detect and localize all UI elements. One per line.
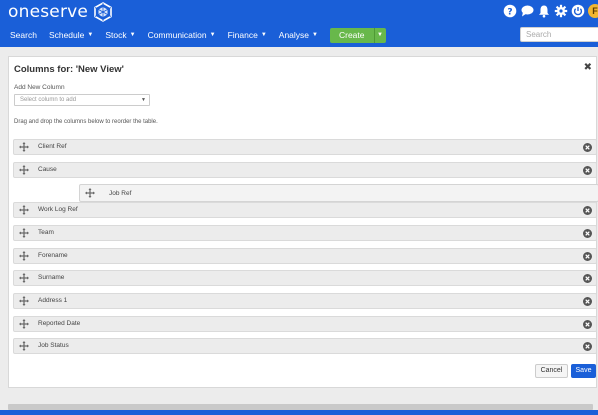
remove-column-icon[interactable] bbox=[583, 297, 592, 306]
nav-communication[interactable]: Communication ▼ bbox=[148, 30, 216, 40]
global-search-input[interactable] bbox=[520, 27, 598, 42]
create-button[interactable]: Create bbox=[330, 28, 374, 43]
nav-finance[interactable]: Finance ▼ bbox=[228, 30, 267, 40]
create-button-group: Create ▼ bbox=[329, 27, 386, 43]
column-select[interactable]: Select column to add ▼ bbox=[14, 94, 150, 106]
logo-mark-icon bbox=[94, 2, 112, 22]
move-icon[interactable] bbox=[19, 205, 29, 215]
add-column-label: Add New Column bbox=[14, 84, 65, 91]
reorder-hint: Drag and drop the columns below to reord… bbox=[14, 119, 158, 125]
column-row[interactable]: Address 1 bbox=[13, 293, 597, 309]
nav-analyse-label: Analyse bbox=[278, 30, 310, 40]
nav-schedule[interactable]: Schedule ▼ bbox=[49, 30, 93, 40]
column-name: Cause bbox=[38, 166, 57, 173]
remove-column-icon[interactable] bbox=[583, 206, 592, 215]
cancel-button[interactable]: Cancel bbox=[535, 364, 568, 378]
header-icons: ? F bbox=[503, 4, 598, 18]
column-row[interactable]: Work Log Ref bbox=[13, 202, 597, 218]
remove-column-icon[interactable] bbox=[583, 252, 592, 261]
avatar[interactable]: F bbox=[588, 4, 598, 18]
nav-schedule-label: Schedule bbox=[48, 30, 85, 40]
column-name: Work Log Ref bbox=[38, 206, 78, 213]
move-icon[interactable] bbox=[19, 319, 29, 329]
remove-column-icon[interactable] bbox=[583, 274, 592, 283]
logo-text: oneserve bbox=[8, 2, 89, 22]
column-name: Reported Date bbox=[38, 320, 81, 327]
remove-column-icon[interactable] bbox=[583, 166, 592, 175]
create-dropdown-toggle[interactable]: ▼ bbox=[373, 27, 386, 43]
nav-stock-label: Stock bbox=[105, 30, 127, 40]
column-row[interactable]: Forename bbox=[13, 248, 597, 264]
caret-down-icon: ▼ bbox=[312, 32, 318, 38]
column-name: Client Ref bbox=[38, 143, 67, 150]
svg-text:?: ? bbox=[507, 7, 512, 17]
column-row[interactable]: Job Status bbox=[13, 338, 597, 354]
bell-icon[interactable] bbox=[537, 4, 551, 18]
chevron-down-icon: ▼ bbox=[141, 97, 146, 103]
avatar-initial: F bbox=[592, 6, 598, 16]
column-row[interactable]: Client Ref bbox=[13, 139, 597, 155]
remove-column-icon[interactable] bbox=[583, 229, 592, 238]
remove-column-icon[interactable] bbox=[583, 320, 592, 329]
move-icon[interactable] bbox=[19, 251, 29, 261]
move-icon[interactable] bbox=[19, 296, 29, 306]
chat-icon[interactable] bbox=[520, 4, 534, 18]
top-navigation-bar: oneserve ? F Search Schedule ▼ Stock ▼ Com… bbox=[0, 0, 598, 47]
dragging-column-name: Job Ref bbox=[109, 190, 132, 197]
column-row[interactable]: Team bbox=[13, 225, 597, 241]
nav-finance-label: Finance bbox=[227, 30, 258, 40]
column-select-placeholder: Select column to add bbox=[20, 97, 77, 103]
gear-icon[interactable] bbox=[554, 4, 568, 18]
nav-search[interactable]: Search bbox=[10, 30, 37, 40]
move-icon[interactable] bbox=[85, 188, 95, 198]
nav-analyse[interactable]: Analyse ▼ bbox=[279, 30, 318, 40]
footer-bar bbox=[0, 410, 598, 415]
column-name: Forename bbox=[38, 252, 68, 259]
move-icon[interactable] bbox=[19, 142, 29, 152]
caret-down-icon: ▼ bbox=[377, 32, 383, 38]
move-icon[interactable] bbox=[19, 228, 29, 238]
caret-down-icon: ▼ bbox=[209, 32, 216, 38]
caret-down-icon: ▼ bbox=[260, 32, 267, 38]
move-icon[interactable] bbox=[19, 165, 29, 175]
dragging-column-row[interactable]: Job Ref bbox=[79, 184, 598, 202]
column-name: Team bbox=[38, 229, 54, 236]
oneserve-logo[interactable]: oneserve bbox=[8, 2, 113, 22]
column-row[interactable]: Cause bbox=[13, 162, 597, 178]
column-name: Address 1 bbox=[38, 297, 68, 304]
main-nav: Search Schedule ▼ Stock ▼ Communication ▼ F… bbox=[0, 26, 386, 44]
column-row[interactable]: Reported Date bbox=[13, 316, 597, 332]
power-icon[interactable] bbox=[571, 4, 585, 18]
column-row[interactable]: Surname bbox=[13, 270, 597, 286]
nav-search-label: Search bbox=[10, 30, 37, 40]
move-icon[interactable] bbox=[19, 341, 29, 351]
close-icon[interactable]: ✖ bbox=[584, 62, 592, 73]
remove-column-icon[interactable] bbox=[583, 143, 592, 152]
move-icon[interactable] bbox=[19, 273, 29, 283]
help-icon[interactable]: ? bbox=[503, 4, 517, 18]
save-button[interactable]: Save bbox=[571, 364, 596, 378]
nav-stock[interactable]: Stock ▼ bbox=[105, 30, 135, 40]
nav-communication-label: Communication bbox=[147, 30, 207, 40]
caret-down-icon: ▼ bbox=[129, 32, 136, 38]
column-name: Job Status bbox=[38, 342, 69, 349]
panel-title: Columns for: 'New View' bbox=[14, 64, 124, 75]
caret-down-icon: ▼ bbox=[87, 32, 94, 38]
column-name: Surname bbox=[38, 274, 65, 281]
remove-column-icon[interactable] bbox=[583, 342, 592, 351]
